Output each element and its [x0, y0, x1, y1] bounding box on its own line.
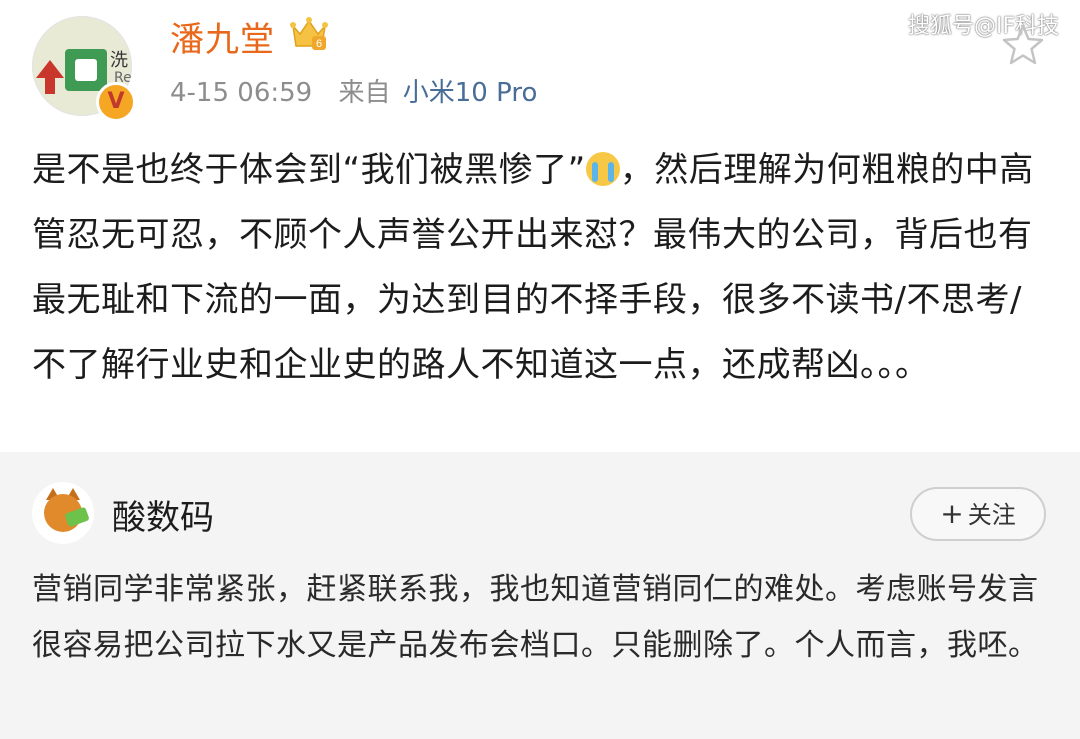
quoted-post[interactable]: 酸数码 + 关注 营销同学非常紧张，赶紧联系我，我也知道营销同仁的难处。考虑账号发…: [0, 452, 1080, 739]
avatar-restroom-icon: [75, 59, 97, 81]
post-meta: 4-15 06:59 来自 小米10 Pro: [170, 72, 537, 109]
post-from-label: 来自: [338, 78, 391, 108]
weibo-screenshot: 洗 Re V 潘九堂 6 4-15 06:59 来自 小米10 Pro 搜狐号@…: [0, 0, 1080, 739]
original-post: 洗 Re V 潘九堂 6 4-15 06:59 来自 小米10 Pro 搜狐号@…: [0, 0, 1080, 452]
follow-button-label: 关注: [967, 501, 1016, 529]
post-body-part1: 是不是也终于体会到“我们被黑惨了”: [32, 150, 586, 190]
post-time: 4-15 06:59: [170, 78, 313, 108]
post-device-link[interactable]: 小米10 Pro: [403, 78, 538, 108]
crying-face-icon: [585, 152, 620, 186]
quoted-post-body: 营销同学非常紧张，赶紧联系我，我也知道营销同仁的难处。考虑账号发言很容易把公司拉…: [32, 572, 1039, 663]
post-username[interactable]: 潘九堂: [170, 12, 275, 61]
plus-icon: +: [940, 497, 964, 530]
star-icon[interactable]: [1000, 22, 1046, 68]
post-body: 是不是也终于体会到“我们被黑惨了” ，然后理解为何粗粮的中高管忍无可忍，不顾个人声…: [32, 138, 1042, 398]
crown-badge-icon: 6: [290, 17, 328, 50]
quoted-username[interactable]: 酸数码: [112, 490, 214, 539]
verified-badge-icon: V: [96, 82, 136, 122]
avatar-sign-text: 洗: [110, 50, 128, 71]
avatar-arrow-stem: [45, 76, 55, 94]
follow-button[interactable]: + 关注: [910, 487, 1046, 541]
quoted-user-avatar[interactable]: [32, 482, 94, 544]
crown-badge-level: 6: [316, 38, 322, 50]
